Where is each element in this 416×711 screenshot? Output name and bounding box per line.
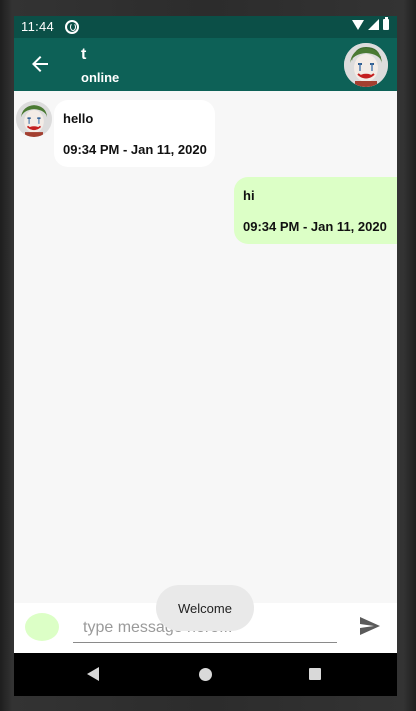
toast-message: Welcome xyxy=(156,585,254,631)
incoming-message-bubble[interactable]: hello 09:34 PM - Jan 11, 2020 xyxy=(54,100,215,167)
status-icons xyxy=(352,17,389,30)
outgoing-message-bubble[interactable]: hi 09:34 PM - Jan 11, 2020 xyxy=(234,177,397,244)
nav-back-icon[interactable] xyxy=(87,667,99,681)
contact-name: t xyxy=(81,46,87,63)
phone-screen: 11:44 t online hello 09:34 PM - Jan 11, … xyxy=(14,16,397,696)
message-timestamp: 09:34 PM - Jan 11, 2020 xyxy=(63,142,207,157)
system-nav-bar xyxy=(14,653,397,696)
send-icon[interactable] xyxy=(358,615,382,637)
message-text: hi xyxy=(243,188,255,203)
device-frame: 11:44 t online hello 09:34 PM - Jan 11, … xyxy=(0,0,416,711)
sender-avatar xyxy=(16,101,52,137)
contact-status: online xyxy=(81,70,120,85)
battery-icon xyxy=(383,17,389,30)
message-text: hello xyxy=(63,111,94,126)
status-bar: 11:44 xyxy=(14,16,397,38)
attach-button[interactable] xyxy=(25,613,59,641)
contact-avatar[interactable] xyxy=(344,43,388,87)
nav-recents-icon[interactable] xyxy=(309,668,321,680)
signal-icon xyxy=(368,19,379,30)
nav-home-icon[interactable] xyxy=(199,668,212,681)
message-list[interactable]: hello 09:34 PM - Jan 11, 2020 hi 09:34 P… xyxy=(14,91,397,603)
wifi-icon xyxy=(352,20,364,30)
sync-icon xyxy=(65,20,79,34)
back-arrow-icon[interactable] xyxy=(28,52,52,76)
chat-app-bar: t online xyxy=(14,38,397,91)
message-timestamp: 09:34 PM - Jan 11, 2020 xyxy=(243,219,387,234)
status-time: 11:44 xyxy=(21,19,55,34)
